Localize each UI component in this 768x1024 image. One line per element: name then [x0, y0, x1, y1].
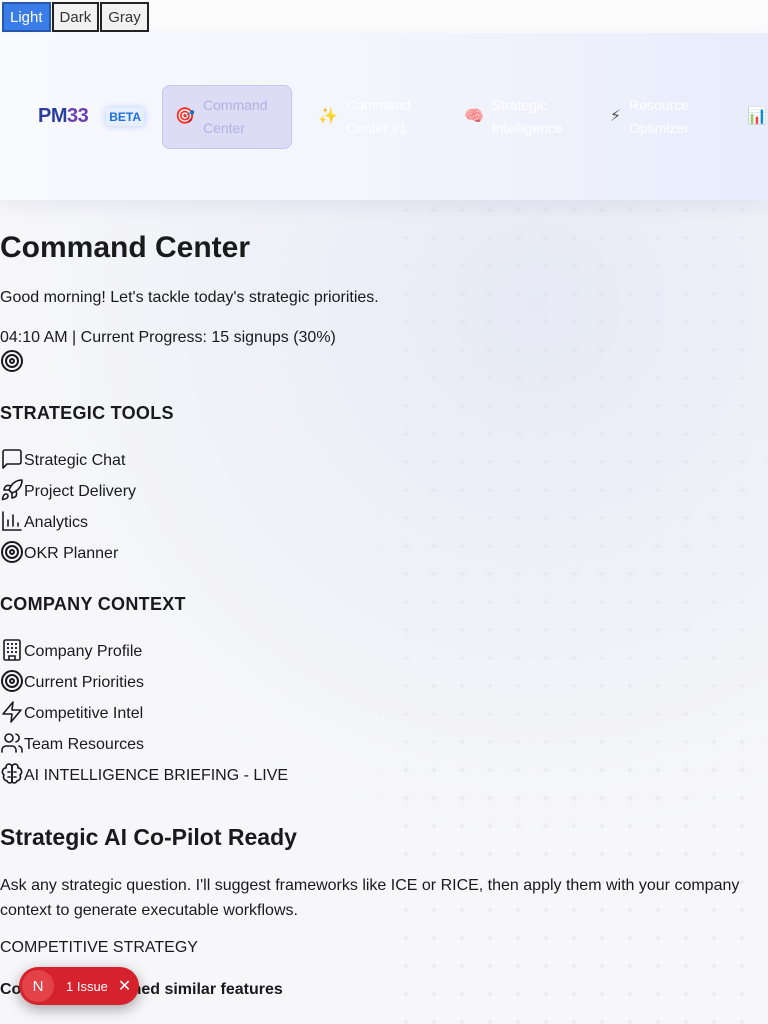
- nav-command-center-v1[interactable]: ✨ Command Center v1: [306, 85, 438, 149]
- context-competitive-intel[interactable]: Competitive Intel: [0, 693, 768, 724]
- beta-badge: BETA: [106, 107, 145, 126]
- status-text: 04:10 AM | Current Progress: 15 signups …: [0, 329, 336, 346]
- main-content: Command Center Good morning! Let's tackl…: [0, 231, 768, 999]
- nav-label: Command Center v1: [345, 96, 411, 136]
- context-team-resources[interactable]: Team Resources: [0, 724, 768, 755]
- theme-dark-button[interactable]: Dark: [51, 2, 100, 32]
- tool-label: Strategic Chat: [24, 452, 126, 469]
- nav-resource-optimizer[interactable]: ⚡ Resource Optimizer: [598, 85, 721, 149]
- context-label: Current Priorities: [24, 674, 145, 691]
- target-icon: 🎯: [175, 108, 195, 125]
- context-company-profile[interactable]: Company Profile: [0, 631, 768, 662]
- tool-label: Analytics: [24, 514, 89, 531]
- theme-switcher: Light Dark Gray: [0, 0, 768, 33]
- zap-icon: [2, 701, 22, 723]
- lightning-icon: ⚡: [609, 108, 622, 125]
- brain-icon: 🧠: [463, 108, 484, 125]
- copilot-title: Strategic AI Co-Pilot Ready: [0, 824, 297, 850]
- copilot-description: Ask any strategic question. I'll suggest…: [0, 877, 740, 919]
- brain-icon: [1, 763, 23, 784]
- tool-strategic-chat[interactable]: Strategic Chat: [0, 440, 768, 471]
- issue-label: 1 Issue: [66, 978, 108, 994]
- tool-label: Project Delivery: [24, 483, 137, 500]
- bar-chart-icon: 📊: [747, 108, 768, 125]
- tool-okr-planner[interactable]: OKR Planner: [0, 533, 768, 564]
- target-icon: [1, 350, 23, 372]
- tool-project-delivery[interactable]: Project Delivery: [0, 471, 768, 502]
- context-label: Team Resources: [24, 736, 145, 753]
- tool-label: OKR Planner: [24, 545, 119, 562]
- rocket-icon: [1, 479, 23, 501]
- users-icon: [1, 733, 23, 753]
- close-icon[interactable]: ✕: [118, 976, 131, 996]
- nav-command-center[interactable]: 🎯 Command Center: [162, 84, 293, 149]
- category-label: COMPETITIVE STRATEGY: [0, 939, 198, 956]
- context-label: Competitive Intel: [24, 705, 144, 722]
- issue-badge[interactable]: N 1 Issue ✕: [19, 967, 139, 1005]
- bar-chart-icon: [2, 511, 22, 531]
- nav-label: Resource Optimizer: [629, 96, 690, 136]
- message-square-icon: [2, 449, 22, 469]
- nav-strategic-intelligence[interactable]: 🧠 Strategic Intelligence: [452, 85, 584, 149]
- greeting-text: Good morning! Let's tackle today's strat…: [0, 289, 379, 306]
- sparkles-icon: ✨: [318, 108, 338, 125]
- theme-light-button[interactable]: Light: [2, 2, 51, 32]
- theme-gray-button[interactable]: Gray: [100, 2, 149, 32]
- company-context-heading: COMPANY CONTEXT: [0, 594, 186, 614]
- nav-label: Command Center: [202, 96, 268, 136]
- strategic-tools-heading: STRATEGIC TOOLS: [0, 403, 174, 423]
- logo-pm: PM: [38, 105, 68, 127]
- building-icon: [3, 639, 21, 661]
- logo[interactable]: PM 33: [38, 105, 89, 128]
- context-label: AI INTELLIGENCE BRIEFING - LIVE: [24, 767, 289, 784]
- issue-avatar: N: [22, 970, 54, 1002]
- target-icon: [1, 670, 23, 692]
- context-ai-briefing[interactable]: AI INTELLIGENCE BRIEFING - LIVE: [0, 755, 768, 786]
- context-label: Company Profile: [24, 643, 143, 660]
- context-current-priorities[interactable]: Current Priorities: [0, 662, 768, 693]
- tool-analytics[interactable]: Analytics: [0, 502, 768, 533]
- page-title: Command Center: [0, 231, 251, 264]
- logo-num: 33: [67, 105, 89, 127]
- target-icon: [1, 541, 23, 563]
- nav-label: Strategic Intelligence: [491, 96, 563, 136]
- top-nav: PM 33 BETA 🎯 Command Center ✨ Command Cen…: [0, 33, 768, 200]
- nav-analytics[interactable]: 📊 An: [735, 85, 768, 149]
